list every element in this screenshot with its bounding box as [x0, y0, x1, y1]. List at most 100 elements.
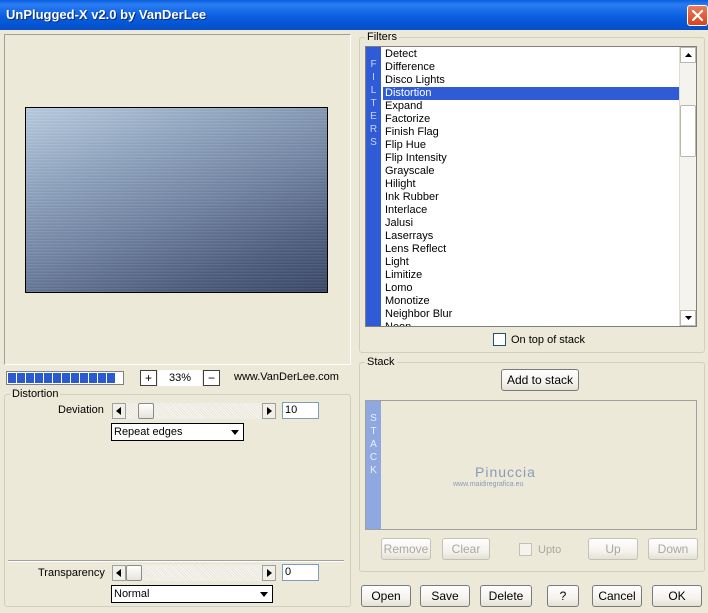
filter-list-item[interactable]: Lomo: [383, 282, 680, 295]
progress-bar: [6, 371, 124, 385]
edge-mode-select[interactable]: Repeat edges: [111, 423, 244, 441]
watermark-url: www.maidiregrafica.eu: [453, 481, 524, 488]
upto-checkbox[interactable]: [519, 543, 532, 556]
window-title: UnPlugged-X v2.0 by VanDerLee: [6, 7, 207, 22]
progress-segment: [8, 373, 16, 383]
close-button[interactable]: [687, 5, 708, 26]
progress-segment: [35, 373, 43, 383]
filter-list-item[interactable]: Interlace: [383, 204, 680, 217]
filter-list-item[interactable]: Neighbor Blur: [383, 308, 680, 321]
stack-band: STACK: [366, 401, 381, 529]
band-letter: I: [372, 72, 375, 83]
delete-button[interactable]: Delete: [480, 585, 532, 607]
arrow-left-icon: [116, 569, 121, 577]
deviation-value-input[interactable]: 10: [282, 402, 319, 419]
filters-band: FILTERS: [366, 47, 381, 326]
filter-items: Detect Difference Disco Lights Distortion Ex…: [383, 48, 680, 326]
filter-list-item[interactable]: Monotize: [383, 295, 680, 308]
band-letter: A: [370, 439, 377, 450]
progress-segment: [71, 373, 79, 383]
deviation-decrease-button[interactable]: [112, 403, 126, 419]
transparency-slider-thumb[interactable]: [126, 565, 142, 581]
band-letter: K: [370, 465, 377, 476]
band-letter: S: [370, 413, 377, 424]
filter-list-item[interactable]: Detect: [383, 48, 680, 61]
filter-list-item[interactable]: Ink Rubber: [383, 191, 680, 204]
filter-list-item[interactable]: Neon: [383, 321, 680, 326]
transparency-slider[interactable]: [112, 565, 276, 581]
on-top-of-stack-label[interactable]: On top of stack: [511, 334, 585, 346]
clear-button[interactable]: Clear: [442, 538, 490, 560]
band-letter: C: [369, 452, 378, 463]
filter-list-item[interactable]: Laserrays: [383, 230, 680, 243]
blend-mode-value: Normal: [114, 588, 150, 600]
close-icon: [692, 10, 703, 21]
band-letter: T: [370, 426, 377, 437]
band-letter: F: [370, 59, 377, 70]
stack-group-label: Stack: [365, 356, 397, 368]
chevron-down-icon: [228, 425, 242, 439]
filter-list-item[interactable]: Finish Flag: [383, 126, 680, 139]
chevron-down-icon: [257, 587, 271, 601]
website-link[interactable]: www.VanDerLee.com: [234, 371, 339, 383]
band-letter: S: [370, 137, 377, 148]
cancel-button[interactable]: Cancel: [592, 585, 642, 607]
band-letter: T: [370, 98, 377, 109]
filter-list-item[interactable]: Flip Hue: [383, 139, 680, 152]
on-top-of-stack-checkbox[interactable]: [493, 333, 506, 346]
progress-segment: [26, 373, 34, 383]
scroll-down-button[interactable]: [680, 310, 696, 326]
filter-list-item[interactable]: Lens Reflect: [383, 243, 680, 256]
filter-list-item[interactable]: Disco Lights: [383, 74, 680, 87]
up-button[interactable]: Up: [588, 538, 638, 560]
filters-scrollbar[interactable]: [679, 47, 696, 326]
scrollbar-thumb[interactable]: [680, 105, 696, 157]
down-button[interactable]: Down: [648, 538, 698, 560]
zoom-out-button[interactable]: −: [203, 370, 220, 386]
band-letter: R: [369, 124, 378, 135]
title-bar[interactable]: UnPlugged-X v2.0 by VanDerLee: [0, 0, 708, 30]
deviation-slider[interactable]: [112, 403, 276, 419]
filter-list-item[interactable]: Factorize: [383, 113, 680, 126]
zoom-in-button[interactable]: +: [140, 370, 157, 386]
transparency-value-input[interactable]: 0: [282, 564, 319, 581]
filter-list-item[interactable]: Flip Intensity: [383, 152, 680, 165]
scroll-up-button[interactable]: [680, 47, 696, 63]
filter-list-item[interactable]: Distortion: [383, 87, 680, 100]
progress-segment: [44, 373, 52, 383]
progress-segment: [17, 373, 25, 383]
filters-group-label: Filters: [365, 31, 399, 43]
save-button[interactable]: Save: [420, 585, 470, 607]
progress-segment: [107, 373, 115, 383]
filter-list-item[interactable]: Grayscale: [383, 165, 680, 178]
band-letter: E: [370, 111, 377, 122]
filters-list[interactable]: FILTERS Detect Difference Disco Lights Dist…: [365, 46, 697, 327]
remove-button[interactable]: Remove: [381, 538, 431, 560]
help-button[interactable]: ?: [547, 585, 579, 607]
filter-list-item[interactable]: Light: [383, 256, 680, 269]
deviation-slider-thumb[interactable]: [138, 403, 154, 419]
filter-list-item[interactable]: Jalusi: [383, 217, 680, 230]
transparency-increase-button[interactable]: [262, 565, 276, 581]
ok-button[interactable]: OK: [652, 585, 702, 607]
deviation-increase-button[interactable]: [262, 403, 276, 419]
progress-segment: [98, 373, 106, 383]
transparency-decrease-button[interactable]: [112, 565, 126, 581]
preview-panel[interactable]: [4, 34, 351, 365]
arrow-right-icon: [267, 569, 272, 577]
plugin-window: UnPlugged-X v2.0 by VanDerLee + 33% − ww…: [0, 0, 708, 613]
upto-label[interactable]: Upto: [538, 544, 561, 556]
filter-list-item[interactable]: Limitize: [383, 269, 680, 282]
preview-image: [25, 107, 328, 293]
progress-segment: [80, 373, 88, 383]
add-to-stack-button[interactable]: Add to stack: [501, 369, 579, 391]
filter-list-item[interactable]: Hilight: [383, 178, 680, 191]
watermark-name: Pinuccia: [475, 464, 536, 480]
filter-list-item[interactable]: Difference: [383, 61, 680, 74]
filter-list-item[interactable]: Expand: [383, 100, 680, 113]
open-button[interactable]: Open: [361, 585, 411, 607]
band-letter: L: [370, 85, 377, 96]
arrow-down-icon: [684, 316, 692, 320]
progress-segment: [62, 373, 70, 383]
blend-mode-select[interactable]: Normal: [111, 585, 273, 603]
